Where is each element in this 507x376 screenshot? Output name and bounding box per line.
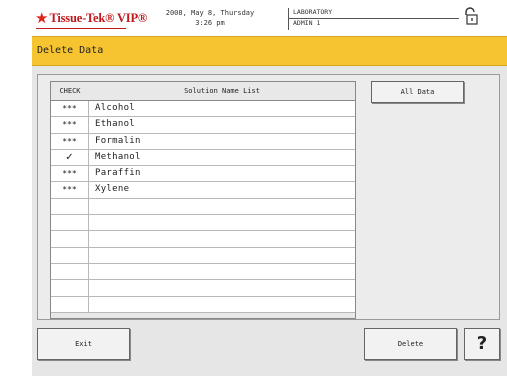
- solution-name[interactable]: [89, 280, 355, 295]
- list-row[interactable]: [51, 198, 355, 216]
- list-body: *** Alcohol *** Ethanol *** Formalin ✓ Metha…: [51, 100, 355, 313]
- list-row[interactable]: [51, 263, 355, 281]
- solution-name[interactable]: Xylene: [89, 182, 355, 197]
- solution-name[interactable]: Paraffin: [89, 166, 355, 181]
- user-label: ADMIN 1: [293, 19, 321, 27]
- all-data-button[interactable]: All Data: [371, 81, 464, 103]
- exit-button[interactable]: Exit: [37, 328, 130, 360]
- time-text: 3:26 pm: [195, 19, 225, 27]
- check-cell[interactable]: [51, 280, 89, 296]
- solution-list: CHECK Solution Name List *** Alcohol *** E…: [50, 81, 356, 319]
- star-icon: ★: [35, 8, 49, 27]
- check-cell[interactable]: [51, 263, 89, 280]
- content-panel: CHECK Solution Name List *** Alcohol *** E…: [37, 74, 500, 320]
- check-cell[interactable]: ***: [51, 117, 89, 133]
- datetime: 2008, May 8, Thursday 3:26 pm: [150, 8, 270, 28]
- solution-name[interactable]: [89, 215, 355, 230]
- list-row[interactable]: [51, 215, 355, 232]
- list-row[interactable]: *** Paraffin: [51, 166, 355, 183]
- check-cell[interactable]: ***: [51, 101, 89, 117]
- check-cell[interactable]: [51, 198, 89, 215]
- list-row[interactable]: *** Ethanol: [51, 117, 355, 134]
- solution-name[interactable]: [89, 231, 355, 246]
- header: ★ Tissue-Tek® VIP® 2008, May 8, Thursday…: [32, 0, 507, 36]
- check-cell[interactable]: [51, 231, 89, 247]
- logo-underline: [36, 28, 126, 29]
- name-column-header: Solution Name List: [184, 87, 260, 95]
- list-row[interactable]: [51, 247, 355, 264]
- check-cell[interactable]: ***: [51, 182, 89, 198]
- department-label: LABORATORY: [293, 8, 333, 16]
- list-row[interactable]: [51, 280, 355, 297]
- solution-name[interactable]: [89, 297, 355, 312]
- page-title: Delete Data: [37, 45, 104, 56]
- user-info: LABORATORY ADMIN 1: [288, 8, 459, 30]
- check-cell[interactable]: ✓: [51, 149, 89, 166]
- list-row[interactable]: *** Alcohol: [51, 101, 355, 118]
- help-button[interactable]: ?: [464, 328, 500, 360]
- delete-button[interactable]: Delete: [364, 328, 457, 360]
- solution-name[interactable]: [89, 264, 355, 279]
- title-bar: Delete Data: [32, 36, 507, 66]
- solution-name[interactable]: Ethanol: [89, 117, 355, 132]
- date-text: 2008, May 8, Thursday: [165, 9, 255, 17]
- list-row[interactable]: ✓ Methanol: [51, 149, 355, 167]
- check-cell[interactable]: ***: [51, 166, 89, 182]
- list-row[interactable]: *** Xylene: [51, 182, 355, 199]
- solution-name[interactable]: Alcohol: [89, 101, 355, 116]
- list-header: CHECK Solution Name List: [51, 82, 355, 100]
- check-cell[interactable]: [51, 247, 89, 263]
- check-cell[interactable]: [51, 296, 89, 312]
- unlock-icon[interactable]: [464, 7, 478, 25]
- check-cell[interactable]: ***: [51, 133, 89, 149]
- check-column-header: CHECK: [59, 87, 81, 95]
- list-row[interactable]: [51, 231, 355, 248]
- solution-name[interactable]: [89, 248, 355, 263]
- tissue-tek-logo: ★ Tissue-Tek® VIP®: [35, 9, 147, 27]
- list-row[interactable]: [51, 296, 355, 313]
- check-cell[interactable]: [51, 215, 89, 231]
- screen: ★ Tissue-Tek® VIP® 2008, May 8, Thursday…: [32, 0, 507, 376]
- solution-name[interactable]: [89, 199, 355, 214]
- solution-name[interactable]: Methanol: [89, 150, 355, 165]
- logo-text: Tissue-Tek® VIP®: [49, 10, 148, 25]
- solution-name[interactable]: Formalin: [89, 134, 355, 149]
- list-row[interactable]: *** Formalin: [51, 133, 355, 150]
